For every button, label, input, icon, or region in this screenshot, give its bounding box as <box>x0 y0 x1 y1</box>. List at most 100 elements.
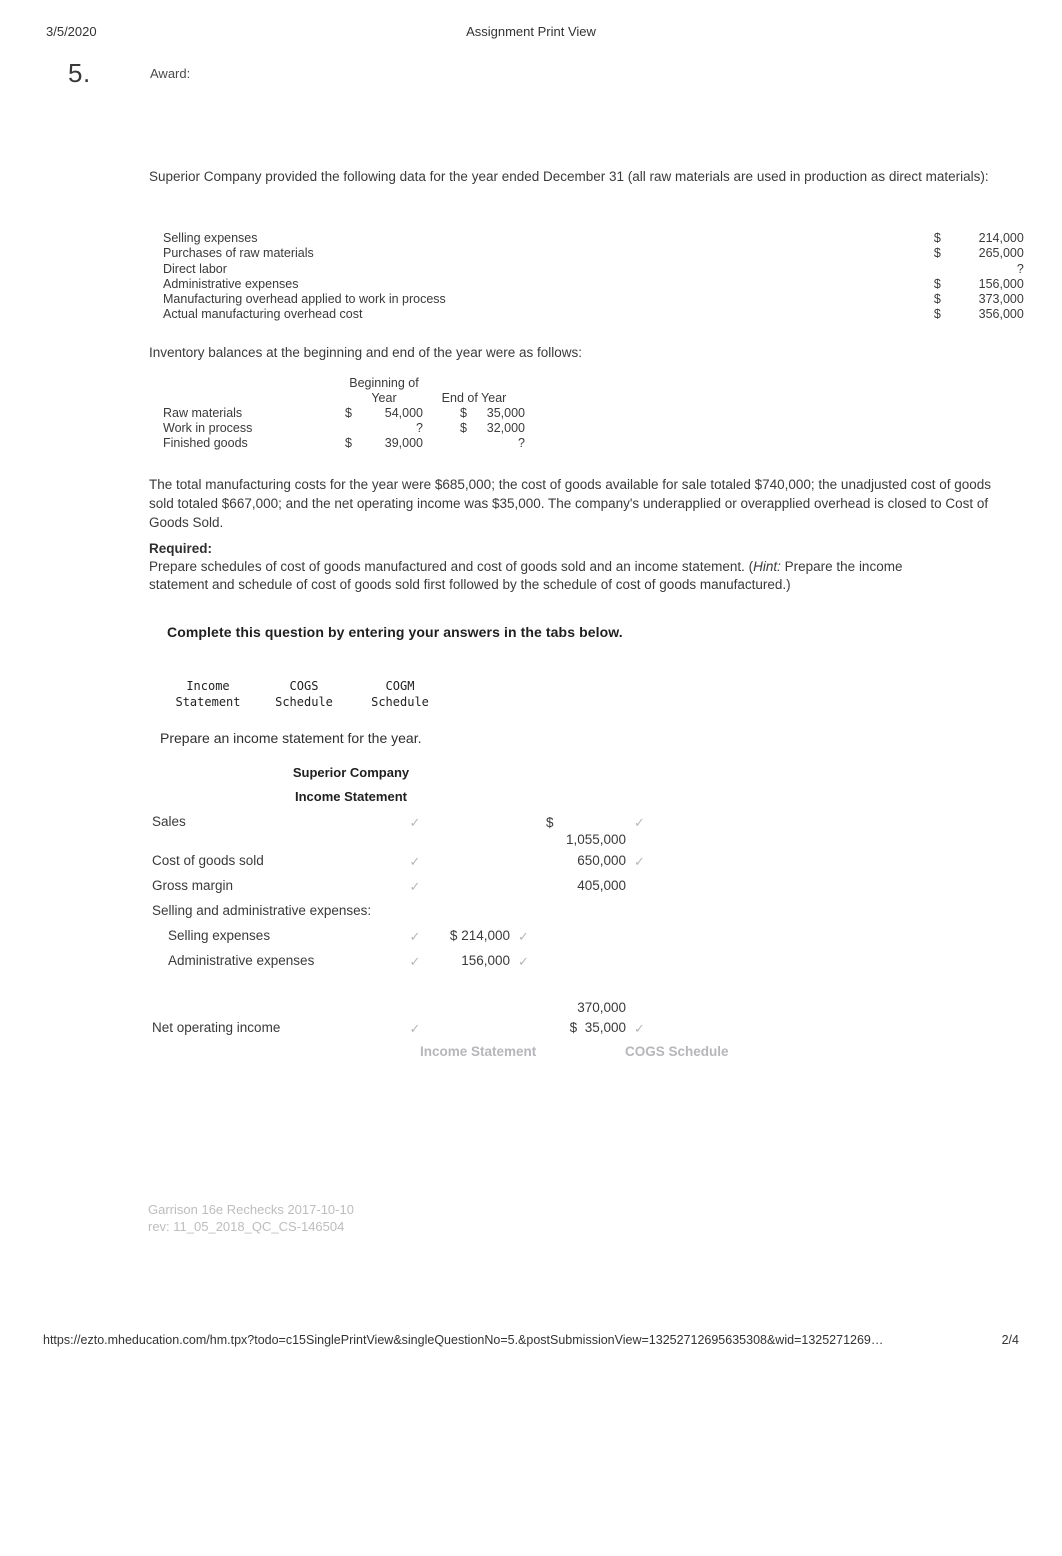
tab-cogm-schedule[interactable]: COGM Schedule <box>352 679 448 710</box>
given-label: Purchases of raw materials <box>163 246 314 261</box>
check-icon: ✓ <box>634 815 645 830</box>
check-icon <box>628 873 662 898</box>
given-amount: ? <box>1016 261 1024 276</box>
table-row: Net operating income ✓ $ 35,000 ✓ <box>152 1015 662 1040</box>
is-row-amount2 <box>546 898 628 923</box>
given-amount: 265,000 <box>978 246 1024 261</box>
inventory-header-top: Beginning of <box>349 376 419 390</box>
hint-word: Hint: <box>753 559 781 574</box>
given-data-table: Selling expenses $ 214,000 Purchases of … <box>163 231 1024 323</box>
print-title: Assignment Print View <box>466 24 596 39</box>
is-row-amount2: 370,000 <box>577 1000 626 1015</box>
table-row: Selling and administrative expenses: <box>152 898 662 923</box>
table-row: Administrative expenses ✓ 156,000 ✓ <box>152 948 662 973</box>
is-row-label: Sales <box>152 814 186 829</box>
inventory-beg-currency: $ <box>345 436 352 450</box>
given-currency: $ <box>933 276 941 291</box>
tab-label-line1: Income <box>186 679 230 693</box>
is-row-amount2: 405,000 <box>577 878 626 893</box>
complete-instruction: Complete this question by entering your … <box>167 624 623 640</box>
is-row-amount2 <box>546 923 628 948</box>
check-icon <box>512 1015 546 1040</box>
is-row-amount1 <box>434 848 512 873</box>
nav-link-cogs-schedule[interactable]: COGS Schedule <box>625 1044 729 1059</box>
income-statement-title: Income Statement <box>295 789 407 804</box>
empty-cell <box>163 391 345 406</box>
table-row: Administrative expenses $ 156,000 <box>163 277 1024 292</box>
table-row: Cost of goods sold ✓ 650,000 ✓ <box>152 848 662 873</box>
source-footer-line2: rev: 11_05_2018_QC_CS-146504 <box>148 1219 345 1234</box>
inventory-header-col2: End of Year <box>441 391 507 405</box>
income-statement-table: Sales ✓ $1,055,000 ✓ Cost of goods sold … <box>152 809 662 1040</box>
tab-cogs-schedule[interactable]: COGS Schedule <box>256 679 352 710</box>
is-row-amount1 <box>434 898 512 923</box>
inventory-balances-table: Beginning of Year End of Year Raw materi… <box>163 376 525 451</box>
table-row: Finished goods $ 39,000 ? <box>163 436 525 451</box>
empty-cell <box>546 973 628 995</box>
check-icon: ✓ <box>518 954 529 969</box>
footer-page-number: 2/4 <box>1001 1333 1019 1347</box>
empty-cell <box>163 376 345 391</box>
intro-paragraph: Superior Company provided the following … <box>149 169 989 184</box>
empty-cell <box>512 973 546 995</box>
tab-label-line2: Statement <box>175 694 241 709</box>
table-row: Sales ✓ $1,055,000 ✓ <box>152 809 662 848</box>
answer-tabs: Income Statement COGS Schedule COGM Sche… <box>160 679 448 710</box>
is-row-amount1: $ 214,000 <box>434 923 512 948</box>
is-value: 1,055,000 <box>565 832 626 847</box>
table-row: Work in process ? $ 32,000 <box>163 421 525 436</box>
table-row: 370,000 <box>152 995 662 1015</box>
check-icon <box>512 848 546 873</box>
inventory-beg-currency: $ <box>345 406 352 420</box>
table-row: Gross margin ✓ 405,000 <box>152 873 662 898</box>
empty-cell <box>434 973 512 995</box>
given-data-body: Selling expenses $ 214,000 Purchases of … <box>163 231 1024 323</box>
nav-link-income-statement[interactable]: Income Statement <box>420 1044 536 1059</box>
check-icon <box>628 995 662 1015</box>
is-row-amount1 <box>434 809 512 848</box>
is-row-amount1 <box>434 1015 512 1040</box>
check-icon: ✓ <box>409 879 421 894</box>
is-currency: $ <box>546 815 554 830</box>
given-label: Direct labor <box>163 261 227 276</box>
tab-label-line1: COGS <box>289 679 319 693</box>
check-icon <box>512 995 546 1015</box>
given-amount: 356,000 <box>978 307 1024 322</box>
required-label: Required: <box>149 541 213 556</box>
is-row-label: Cost of goods sold <box>152 853 264 868</box>
tab-income-statement[interactable]: Income Statement <box>160 679 256 710</box>
is-row-amount2: $ 35,000 <box>546 1015 628 1040</box>
inventory-end-currency: $ <box>460 421 467 435</box>
source-footer: Garrison 16e Rechecks 2017-10-10 rev: 11… <box>148 1201 354 1235</box>
table-row: Actual manufacturing overhead cost $ 356… <box>163 307 1024 322</box>
is-row-amount1: 156,000 <box>434 948 512 973</box>
check-icon <box>396 995 434 1015</box>
check-icon: ✓ <box>634 1021 645 1036</box>
empty-cell <box>467 376 525 391</box>
footer-url: https://ezto.mheducation.com/hm.tpx?todo… <box>43 1333 884 1347</box>
given-amount: 373,000 <box>978 292 1024 307</box>
empty-cell <box>423 376 467 391</box>
inventory-end-currency: $ <box>460 406 467 420</box>
inventory-beg-value: 54,000 <box>384 406 423 420</box>
totals-paragraph: The total manufacturing costs for the ye… <box>149 477 992 530</box>
is-row-label: Net operating income <box>152 1020 281 1035</box>
inventory-end-currency <box>423 436 467 451</box>
given-currency: $ <box>933 231 941 245</box>
inventory-label: Finished goods <box>163 436 248 450</box>
given-label: Administrative expenses <box>163 276 299 291</box>
inventory-lead-in: Inventory balances at the beginning and … <box>149 345 583 360</box>
given-amount: 214,000 <box>978 231 1024 245</box>
is-row-label: Selling and administrative expenses: <box>152 903 372 918</box>
is-row-amount1 <box>434 873 512 898</box>
check-icon: ✓ <box>409 854 421 869</box>
check-icon <box>628 923 662 948</box>
required-text-pre: Prepare schedules of cost of goods manuf… <box>149 559 754 574</box>
income-statement-company: Superior Company <box>292 765 410 780</box>
question-number: 5. <box>68 58 91 88</box>
is-row-amount2: 650,000 <box>577 853 626 868</box>
check-icon: ✓ <box>409 815 421 830</box>
is-row-amount1 <box>434 995 512 1015</box>
inventory-beg-value: ? <box>416 421 423 435</box>
tab-label-line1: COGM <box>385 679 415 693</box>
